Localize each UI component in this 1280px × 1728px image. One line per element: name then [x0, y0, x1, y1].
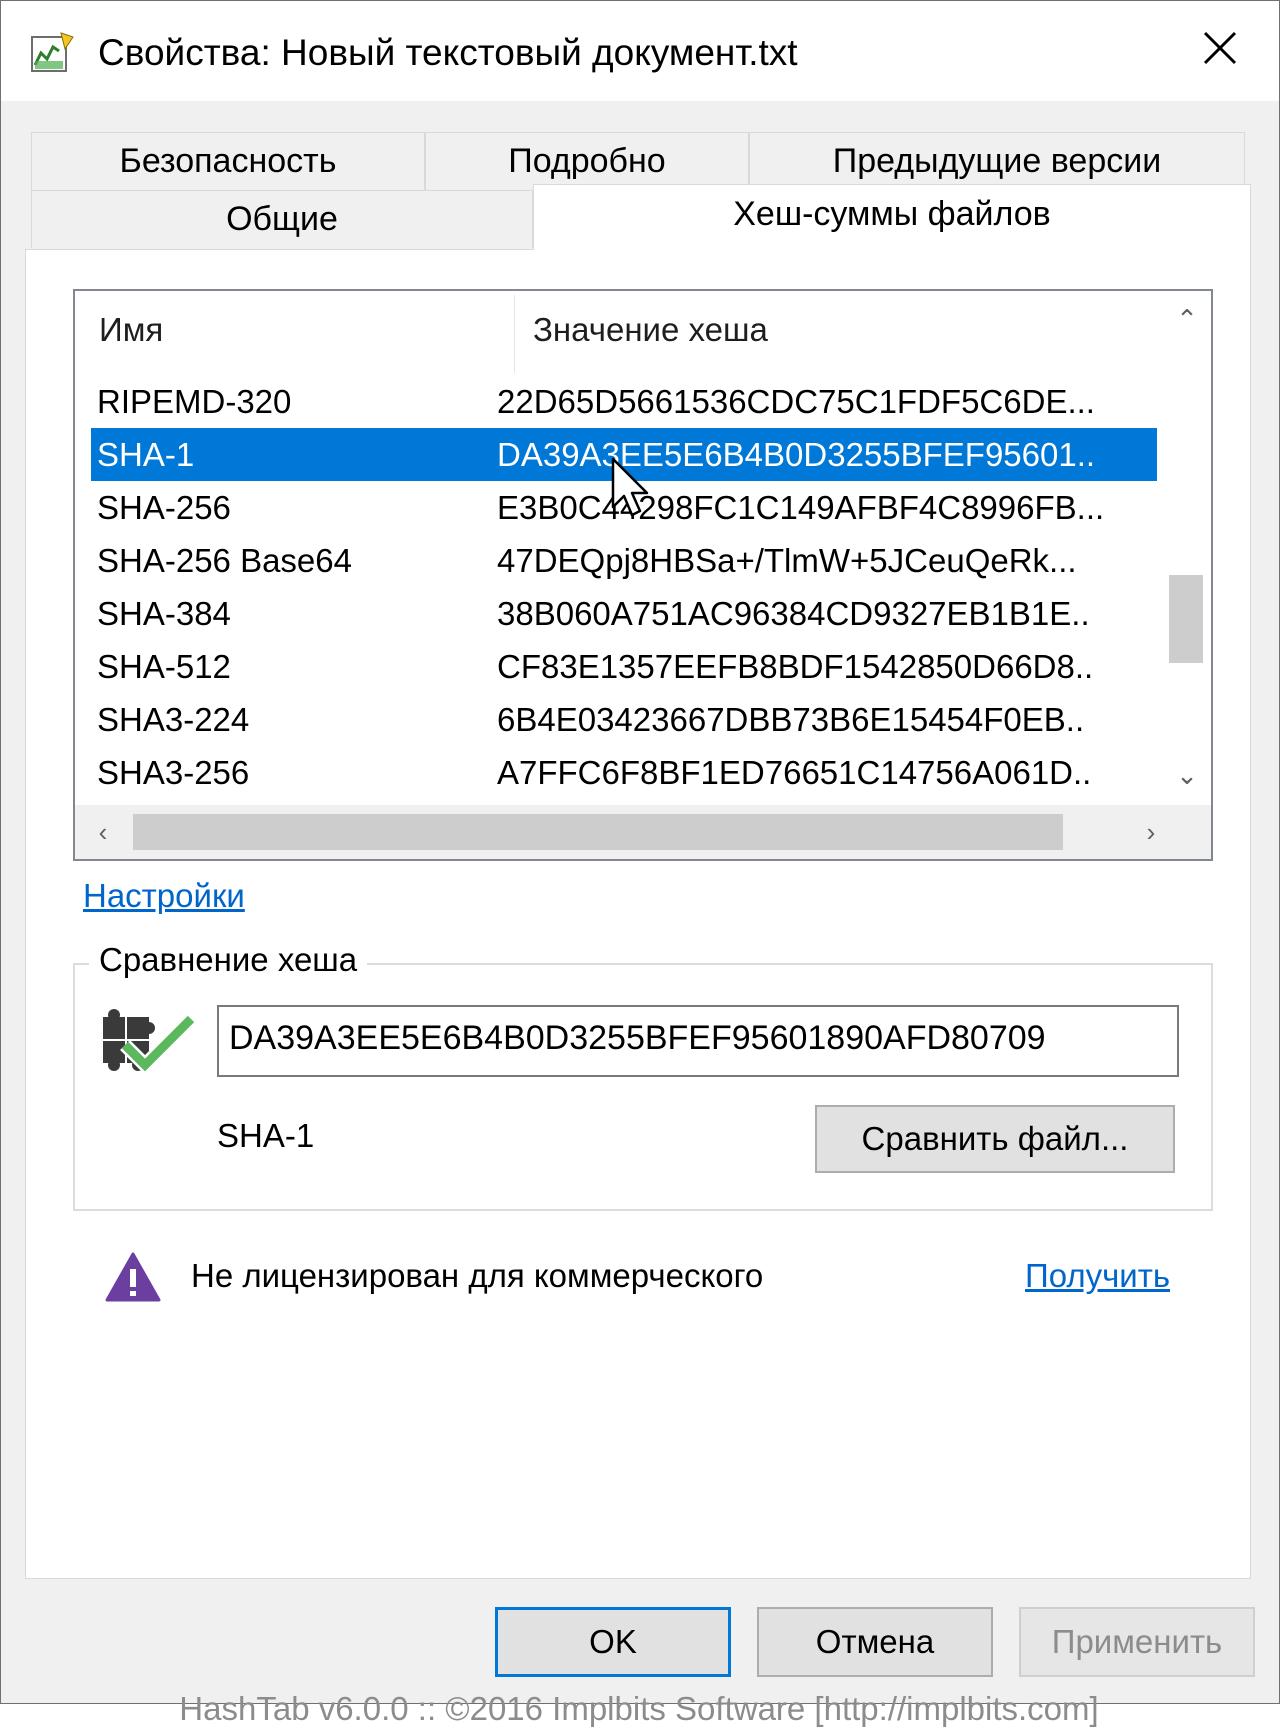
horizontal-scrollbar[interactable]: ‹ ›: [75, 805, 1211, 859]
hash-value: 38B060A751AC96384CD9327EB1B1E..: [497, 595, 1090, 632]
hash-compare-group: [73, 963, 1213, 1211]
hash-row-selected[interactable]: SHA-1 DA39A3EE5E6B4B0D3255BFEF95601..: [91, 428, 1157, 481]
puzzle-check-icon: [103, 1009, 196, 1075]
hash-name: SHA-256 Base64: [97, 542, 352, 579]
horizontal-scroll-thumb[interactable]: [133, 814, 1063, 850]
hash-value: 47DEQpj8HBSa+/TlmW+5JCeuQeRk...: [497, 542, 1077, 579]
tab-previous-versions[interactable]: Предыдущие версии: [749, 132, 1245, 190]
tab-hash-sums[interactable]: Хеш-суммы файлов: [533, 184, 1251, 250]
tab-details[interactable]: Подробно: [425, 132, 749, 190]
apply-button[interactable]: Применить: [1019, 1607, 1255, 1677]
hash-row[interactable]: RIPEMD-320 22D65D5661536CDC75C1FDF5C6DE.…: [91, 375, 1157, 428]
hash-name: RIPEMD-320: [97, 383, 292, 420]
vertical-scrollbar[interactable]: ⌃ ⌄: [1157, 291, 1211, 805]
scroll-right-icon[interactable]: ›: [1133, 814, 1169, 850]
properties-window: Свойства: Новый текстовый документ.txt Б…: [0, 0, 1280, 1727]
cancel-button[interactable]: Отмена: [757, 1607, 993, 1677]
hash-value: CF83E1357EEFB8BDF1542850D66D8..: [497, 648, 1094, 685]
column-separator[interactable]: [514, 295, 515, 373]
scroll-down-icon[interactable]: ⌄: [1169, 757, 1205, 793]
hash-list-header: Имя Значение хеша: [75, 291, 1157, 375]
hash-row[interactable]: SHA-256 Base64 47DEQpj8HBSa+/TlmW+5JCeuQ…: [91, 534, 1157, 587]
window-title: Свойства: Новый текстовый документ.txt: [98, 32, 798, 73]
license-warning-text: Не лицензирован для коммерческого: [191, 1257, 764, 1294]
compare-hash-input[interactable]: [217, 1005, 1179, 1077]
ok-button[interactable]: OK: [495, 1607, 731, 1677]
hash-row[interactable]: SHA3-256 A7FFC6F8BF1ED76651C14756A061D..: [91, 746, 1157, 799]
compare-algorithm-label: SHA-1: [217, 1117, 315, 1154]
hash-name: SHA-256: [97, 489, 231, 526]
hash-row[interactable]: SHA-512 CF83E1357EEFB8BDF1542850D66D8..: [91, 640, 1157, 693]
column-header-name[interactable]: Имя: [99, 311, 163, 349]
hash-name: SHA3-256: [97, 754, 250, 791]
vertical-scroll-thumb[interactable]: [1169, 575, 1203, 663]
hash-name: SHA-384: [97, 595, 231, 632]
hash-row[interactable]: SHA-256 E3B0C44298FC1C149AFBF4C8996FB...: [91, 481, 1157, 534]
tab-security[interactable]: Безопасность: [31, 132, 425, 190]
app-icon: [31, 32, 74, 72]
scroll-up-icon[interactable]: ⌃: [1169, 301, 1205, 337]
column-header-hash-value[interactable]: Значение хеша: [533, 311, 768, 349]
hash-name: SHA3-224: [97, 701, 250, 738]
hash-value: 6B4E03423667DBB73B6E15454F0EB..: [497, 701, 1085, 738]
hash-value: DA39A3EE5E6B4B0D3255BFEF95601..: [497, 436, 1096, 473]
hash-list[interactable]: Имя Значение хеша RIPEMD-320 22D65D56615…: [73, 289, 1213, 861]
settings-link[interactable]: Настройки: [83, 877, 245, 915]
hash-value: E3B0C44298FC1C149AFBF4C8996FB...: [497, 489, 1105, 526]
title-bar: Свойства: Новый текстовый документ.txt: [1, 1, 1279, 101]
hash-row[interactable]: SHA-384 38B060A751AC96384CD9327EB1B1E..: [91, 587, 1157, 640]
close-icon[interactable]: [1181, 19, 1261, 81]
hash-value: 22D65D5661536CDC75C1FDF5C6DE...: [497, 383, 1095, 420]
hash-name: SHA-1: [97, 436, 195, 473]
footer-copyright: HashTab v6.0.0 :: ©2016 Implbits Softwar…: [179, 1690, 1099, 1727]
scroll-left-icon[interactable]: ‹: [85, 814, 121, 850]
hash-value: A7FFC6F8BF1ED76651C14756A061D..: [497, 754, 1092, 791]
get-license-link[interactable]: Получить: [1025, 1257, 1170, 1295]
hash-compare-group-title: Сравнение хеша: [89, 941, 368, 979]
warning-icon: [105, 1252, 161, 1302]
hash-row[interactable]: SHA3-224 6B4E03423667DBB73B6E15454F0EB..: [91, 693, 1157, 746]
hash-name: SHA-512: [97, 648, 231, 685]
tab-general[interactable]: Общие: [31, 190, 533, 248]
compare-file-button[interactable]: Сравнить файл...: [815, 1105, 1175, 1173]
